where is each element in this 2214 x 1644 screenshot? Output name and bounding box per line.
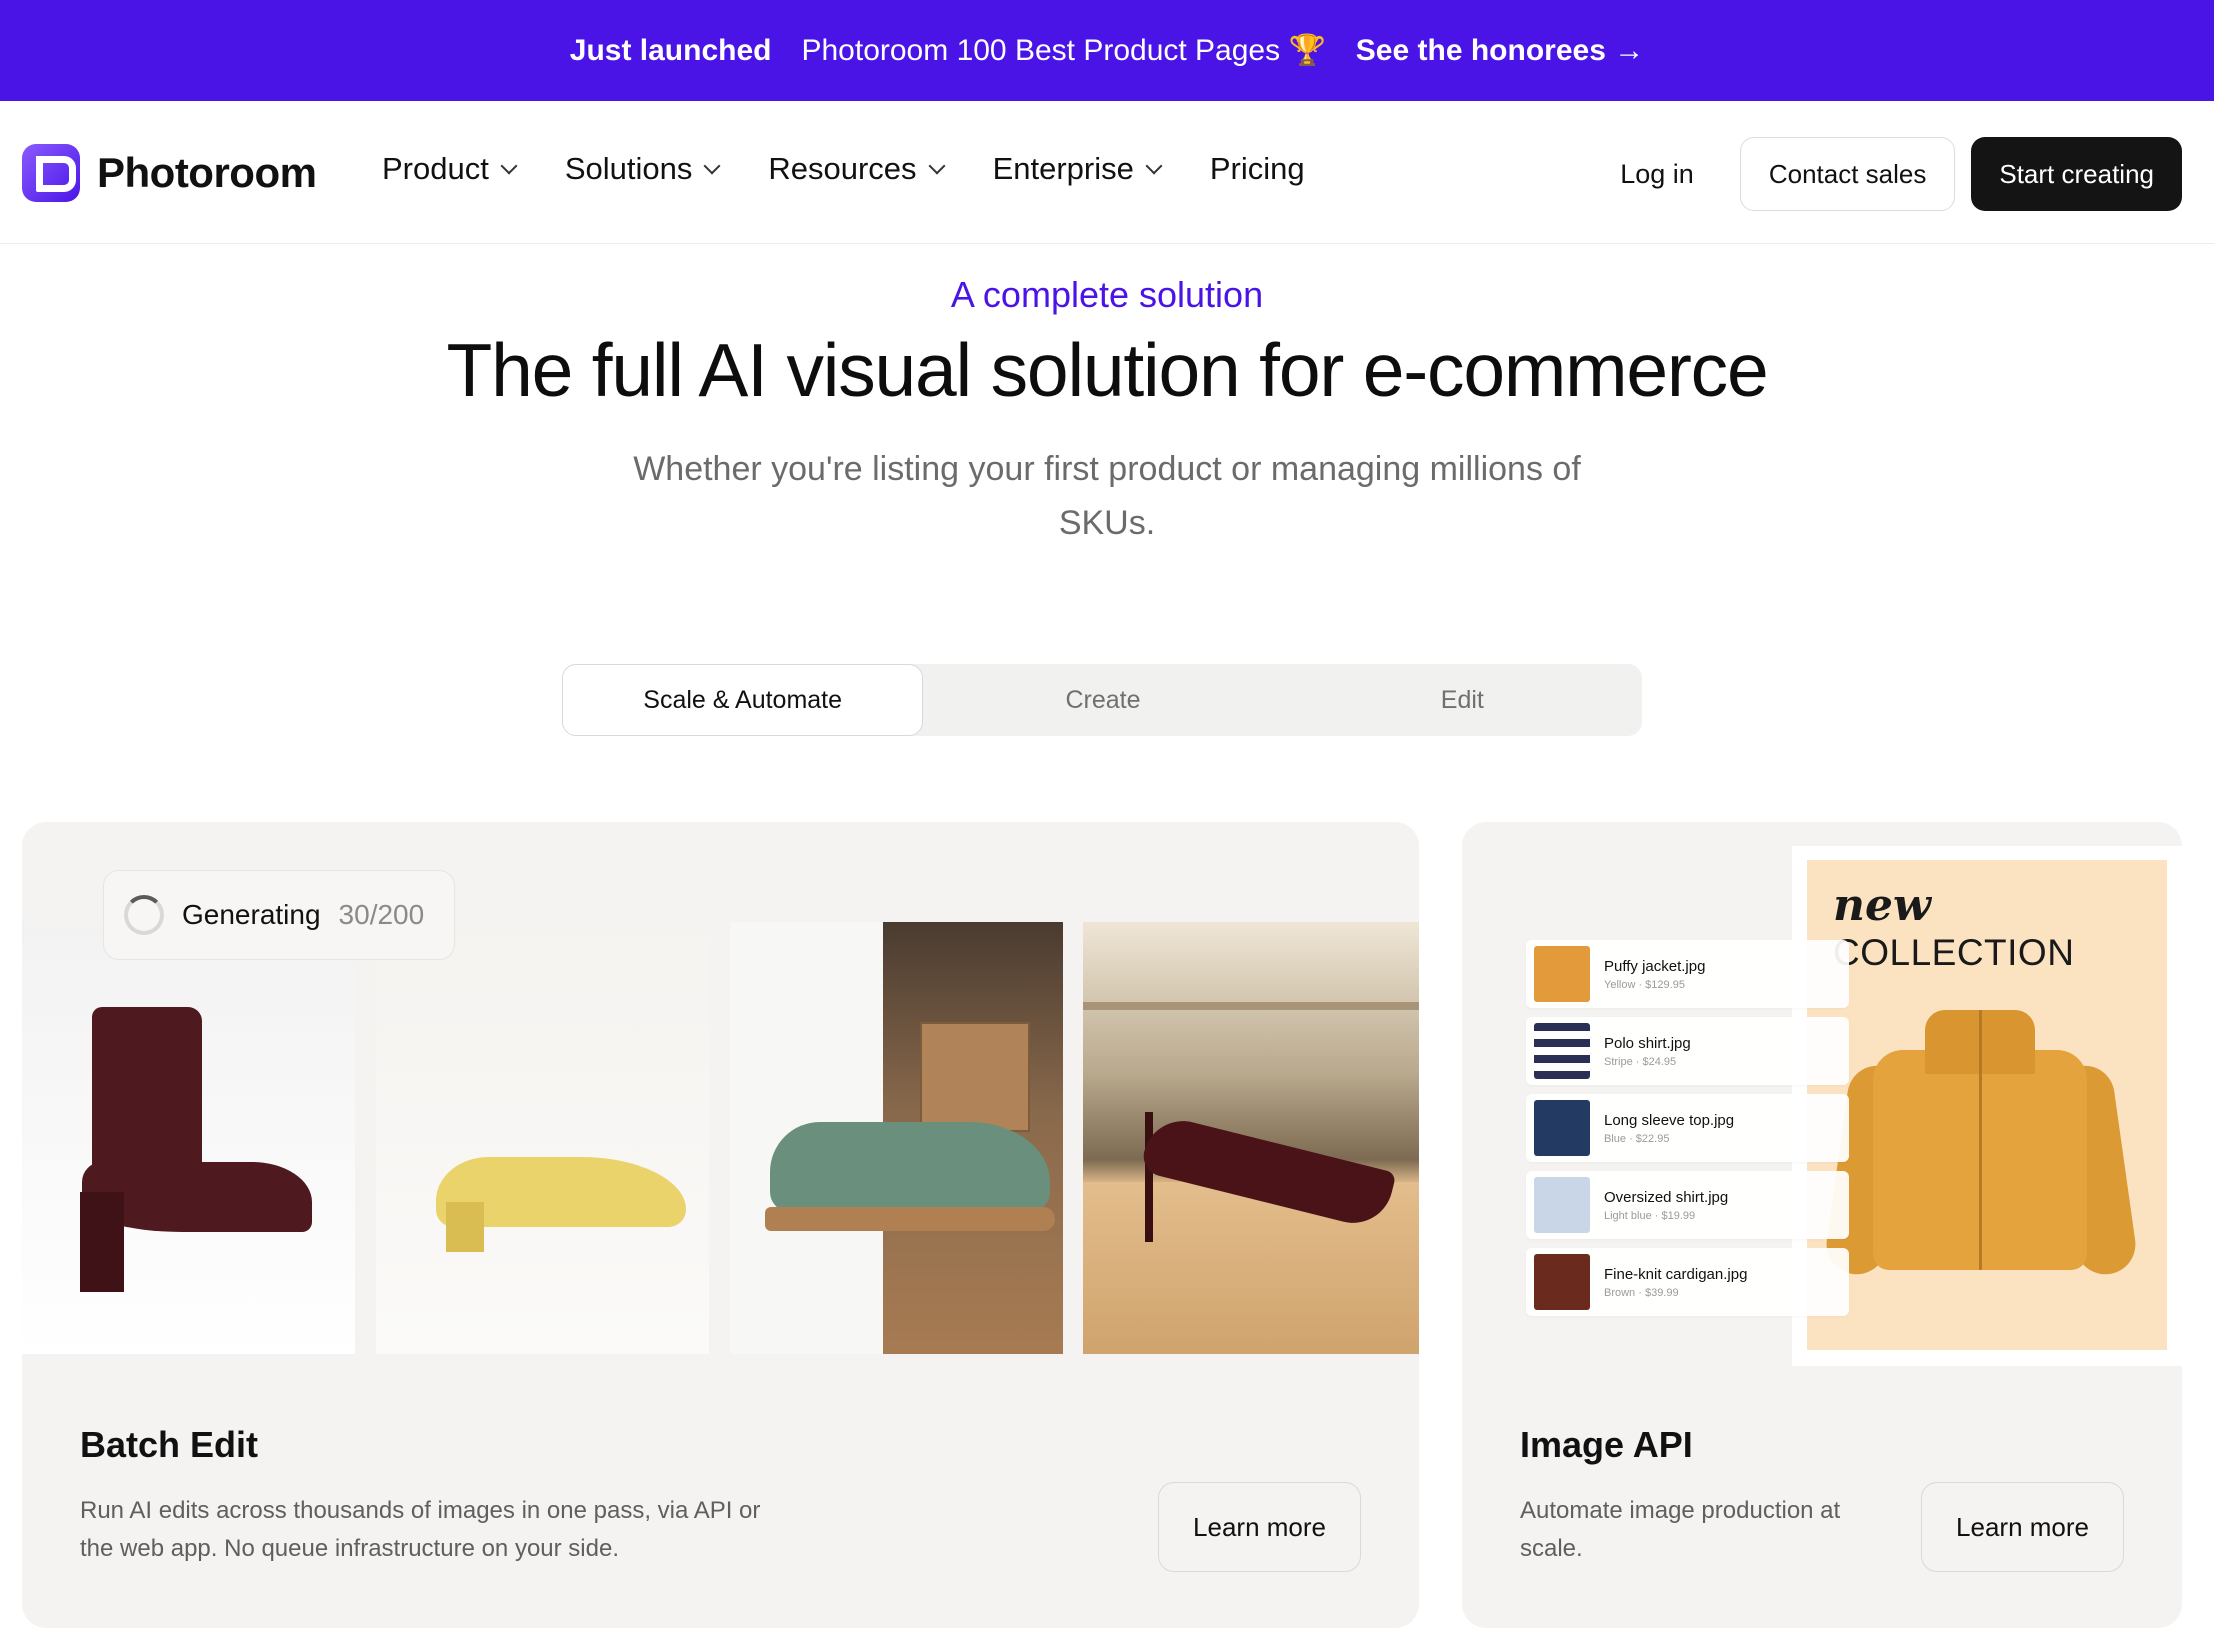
product-meta: Yellow · $129.95 — [1604, 978, 1685, 991]
stiletto-shape — [1145, 1112, 1153, 1242]
product-meta: Brown · $39.99 — [1604, 1286, 1679, 1299]
nav-item-solutions[interactable]: Solutions — [564, 151, 721, 187]
logo[interactable]: Photoroom — [22, 144, 317, 202]
login-link[interactable]: Log in — [1620, 159, 1694, 190]
product-image-mule — [376, 922, 709, 1354]
nav-label: Solutions — [564, 151, 693, 186]
product-thumbnail — [1534, 946, 1590, 1002]
batch-edit-description: Run AI edits across thousands of images … — [80, 1497, 761, 1562]
hero-title: The full AI visual solution for e-commer… — [446, 328, 1769, 412]
batch-edit-learn-more-button[interactable]: Learn more — [1158, 1482, 1361, 1572]
header-actions: Log in Contact sales Start creating — [1620, 137, 2182, 211]
image-api-card: new COLLECTION Puffy jacket.jpg Yellow ·… — [1462, 822, 2182, 1628]
nav-label: Enterprise — [992, 151, 1134, 186]
boot-heel-shape — [80, 1192, 124, 1292]
list-item[interactable]: Long sleeve top.jpg Blue · $22.95 — [1526, 1094, 1849, 1162]
product-name: Oversized shirt.jpg — [1604, 1188, 1729, 1206]
product-meta: Light blue · $19.99 — [1604, 1209, 1696, 1222]
generating-label: Generating — [182, 899, 321, 930]
product-thumbnail — [1534, 1177, 1590, 1233]
hero-eyebrow: A complete solution — [950, 274, 1264, 315]
image-api-description: Automate image production at scale. — [1520, 1497, 1841, 1562]
site-header: Photoroom Product Solutions Resources En… — [0, 101, 2214, 244]
collection-poster: new COLLECTION — [1807, 860, 2167, 1350]
product-image-sneaker — [730, 922, 1063, 1354]
product-meta: Blue · $22.95 — [1604, 1132, 1670, 1145]
list-item[interactable]: Puffy jacket.jpg Yellow · $129.95 — [1526, 940, 1849, 1008]
tab-scale-automate[interactable]: Scale & Automate — [562, 664, 924, 736]
sneaker-shape — [770, 1122, 1050, 1212]
chevron-down-icon — [1145, 157, 1163, 175]
product-name: Long sleeve top.jpg — [1604, 1111, 1735, 1129]
poster-collection-text: COLLECTION — [1833, 932, 2075, 973]
contact-sales-button[interactable]: Contact sales — [1739, 137, 1956, 211]
batch-edit-title: Batch Edit — [80, 1424, 259, 1465]
generating-status: Generating 30/200 — [103, 870, 456, 960]
nav-item-resources[interactable]: Resources — [768, 151, 946, 187]
jacket-zip-shape — [1979, 1010, 1982, 1270]
announcement-banner: Just launched Photoroom 100 Best Product… — [0, 0, 2214, 101]
banner-message: Photoroom 100 Best Product Pages 🏆 — [801, 34, 1326, 67]
batch-edit-card: Generating 30/200 Batch Edit Run AI edit… — [22, 822, 1419, 1628]
nav-label: Pricing — [1209, 151, 1305, 186]
product-image-boot — [22, 922, 355, 1354]
nav-label: Product — [382, 151, 489, 186]
mule-heel-shape — [446, 1202, 484, 1252]
sneaker-sole-shape — [765, 1207, 1055, 1231]
poster-new-text: new — [1833, 880, 1931, 931]
nav-item-product[interactable]: Product — [382, 151, 518, 187]
main-nav: Product Solutions Resources Enterprise P… — [382, 151, 1305, 187]
start-creating-button[interactable]: Start creating — [1971, 137, 2182, 211]
solution-tabs: Scale & Automate Create Edit — [562, 664, 1642, 736]
image-api-title: Image API — [1520, 1424, 1693, 1465]
tab-edit[interactable]: Edit — [1283, 664, 1642, 736]
product-image-slingback — [1083, 922, 1419, 1354]
chevron-down-icon — [703, 157, 721, 175]
product-name: Polo shirt.jpg — [1604, 1034, 1691, 1052]
product-name: Fine-knit cardigan.jpg — [1604, 1265, 1748, 1283]
product-meta: Stripe · $24.95 — [1604, 1055, 1677, 1068]
image-api-learn-more-button[interactable]: Learn more — [1921, 1482, 2124, 1572]
list-item[interactable]: Polo shirt.jpg Stripe · $24.95 — [1526, 1017, 1849, 1085]
shelf-shape — [1083, 1002, 1419, 1010]
photoroom-logo-icon — [22, 144, 80, 202]
list-item[interactable]: Fine-knit cardigan.jpg Brown · $39.99 — [1526, 1248, 1849, 1316]
product-name: Puffy jacket.jpg — [1604, 957, 1706, 975]
nav-item-enterprise[interactable]: Enterprise — [992, 151, 1163, 187]
cardboard-box-shape — [920, 1022, 1030, 1132]
chevron-down-icon — [928, 157, 946, 175]
nav-item-pricing[interactable]: Pricing — [1210, 151, 1305, 187]
product-thumbnail — [1534, 1254, 1590, 1310]
product-thumbnail — [1534, 1023, 1590, 1079]
nav-label: Resources — [768, 151, 917, 186]
tab-create[interactable]: Create — [923, 664, 1282, 736]
generating-count: 30/200 — [338, 899, 425, 930]
spinner-icon — [124, 895, 164, 935]
product-thumbnail — [1534, 1100, 1590, 1156]
logo-text: Photoroom — [97, 149, 317, 196]
product-list: Puffy jacket.jpg Yellow · $129.95 Polo s… — [1526, 940, 1849, 1325]
banner-badge: Just launched — [569, 33, 772, 67]
list-item[interactable]: Oversized shirt.jpg Light blue · $19.99 — [1526, 1171, 1849, 1239]
banner-link[interactable]: See the honorees → — [1356, 34, 1644, 68]
chevron-down-icon — [500, 157, 518, 175]
hero-subtitle: Whether you're listing your first produc… — [633, 450, 1581, 542]
